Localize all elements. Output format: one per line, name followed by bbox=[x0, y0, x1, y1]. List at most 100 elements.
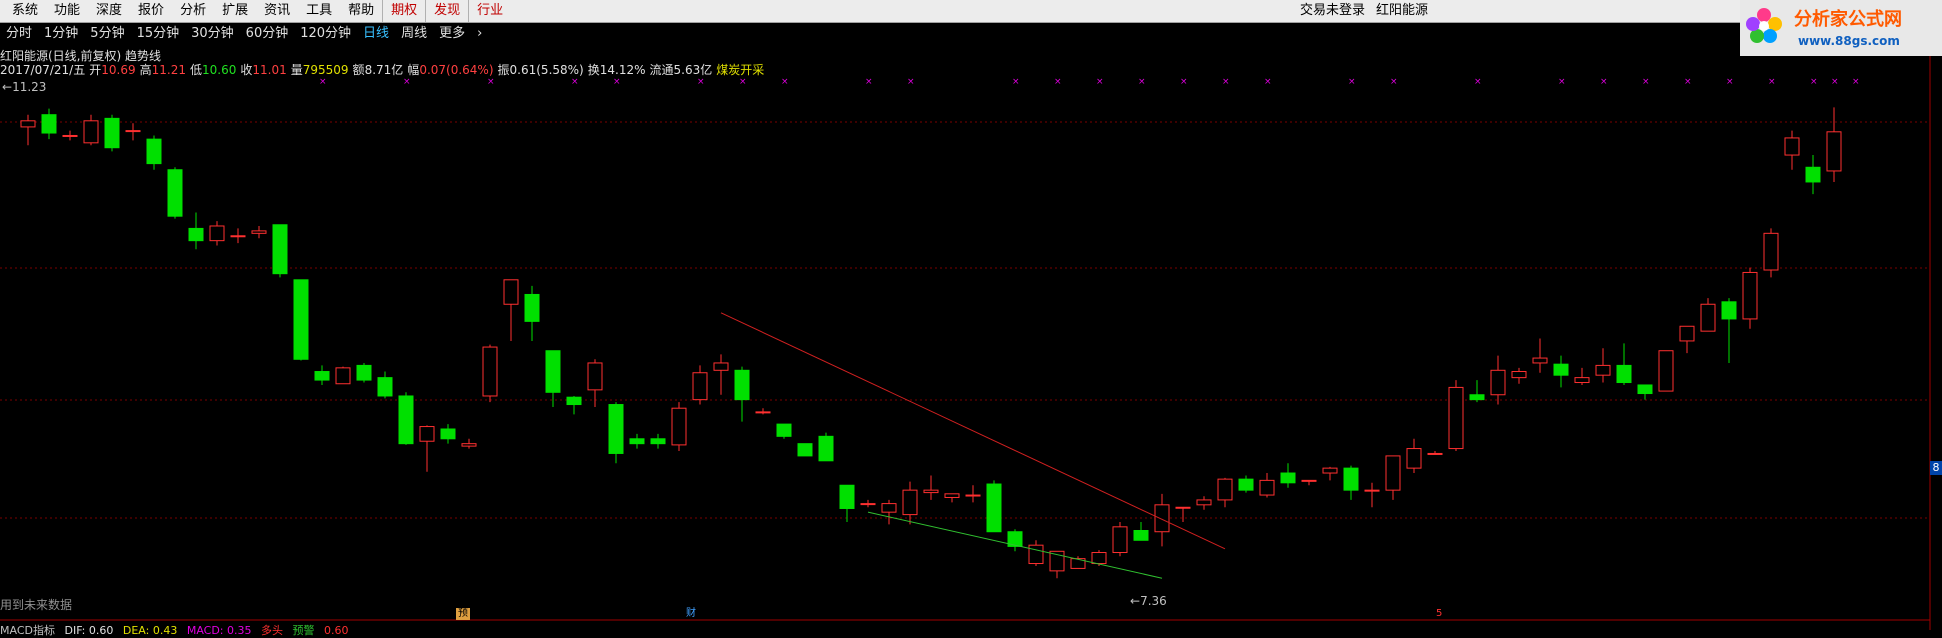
high-label: 高 bbox=[139, 63, 152, 77]
candle-up bbox=[944, 493, 960, 498]
period-tab[interactable]: 5分钟 bbox=[84, 24, 130, 44]
candle-up bbox=[1784, 137, 1800, 156]
candle-up bbox=[1574, 377, 1590, 384]
menu-item[interactable]: 帮助 bbox=[340, 0, 382, 22]
candle-down bbox=[524, 293, 540, 322]
open-value: 10.69 bbox=[101, 63, 136, 77]
menu-item-highlight[interactable]: 行业 bbox=[468, 0, 511, 22]
signal-marker: × bbox=[613, 77, 621, 87]
menu-item[interactable]: 功能 bbox=[46, 0, 88, 22]
site-logo: 分析家公式网 www.88gs.com bbox=[1740, 0, 1942, 56]
period-tab[interactable]: 分时 bbox=[0, 24, 38, 44]
candle-down bbox=[398, 395, 414, 445]
candle-up bbox=[1427, 452, 1443, 455]
candle-up bbox=[965, 494, 981, 497]
macd-name[interactable]: MACD指标 bbox=[0, 624, 55, 637]
period-tab[interactable]: 15分钟 bbox=[131, 24, 186, 44]
macd-header: MACD指标 DIF: 0.60 DEA: 0.43 MACD: 0.35 多头… bbox=[0, 622, 355, 638]
signal-marker: × bbox=[487, 77, 495, 87]
period-tab[interactable]: 30分钟 bbox=[185, 24, 240, 44]
candle-down bbox=[1616, 364, 1632, 384]
login-status[interactable]: 交易未登录 bbox=[1300, 0, 1365, 22]
signal-marker: × bbox=[1390, 77, 1398, 87]
event-tag-5[interactable]: 5 bbox=[1434, 608, 1444, 620]
period-tab[interactable]: 日线 bbox=[357, 24, 395, 44]
macd-extra3: 0.60 bbox=[324, 624, 349, 637]
candle-up bbox=[755, 411, 771, 414]
menu-item[interactable]: 系统 bbox=[4, 0, 46, 22]
signal-marker: × bbox=[1558, 77, 1566, 87]
amount-value: 8.71亿 bbox=[364, 63, 404, 77]
candle-up bbox=[1595, 364, 1611, 376]
candle-up bbox=[881, 503, 897, 513]
menu-item[interactable]: 扩展 bbox=[214, 0, 256, 22]
candle-up bbox=[587, 362, 603, 391]
candle-down bbox=[650, 438, 666, 445]
menu-item[interactable]: 资讯 bbox=[256, 0, 298, 22]
candle-up bbox=[503, 279, 519, 305]
menu-item[interactable]: 深度 bbox=[88, 0, 130, 22]
candle-up bbox=[461, 443, 477, 447]
signal-marker: × bbox=[1600, 77, 1608, 87]
period-tab[interactable]: 60分钟 bbox=[240, 24, 295, 44]
candle-down bbox=[272, 224, 288, 275]
candle-down bbox=[1553, 363, 1569, 376]
menu-item[interactable]: 工具 bbox=[298, 0, 340, 22]
period-tab[interactable]: 1分钟 bbox=[38, 24, 84, 44]
candle-up bbox=[1679, 325, 1695, 342]
stock-name-label[interactable]: 红阳能源 bbox=[1376, 0, 1428, 22]
future-data-note: 用到未来数据 bbox=[0, 598, 73, 612]
signal-marker: × bbox=[1810, 77, 1818, 87]
signal-marker: × bbox=[1348, 77, 1356, 87]
candle-down bbox=[41, 114, 57, 134]
menu-item[interactable]: 报价 bbox=[130, 0, 172, 22]
float-label: 流通 bbox=[649, 63, 674, 77]
change-label: 幅 bbox=[407, 63, 420, 77]
low-value: 10.60 bbox=[201, 63, 237, 77]
candle-up bbox=[692, 372, 708, 401]
candle-down bbox=[356, 364, 372, 381]
candle-up bbox=[419, 426, 435, 442]
period-tab[interactable]: 120分钟 bbox=[294, 24, 357, 44]
menu-item-highlight[interactable]: 期权 bbox=[382, 0, 425, 22]
candle-up bbox=[251, 230, 267, 234]
menu-item-highlight[interactable]: 发现 bbox=[425, 0, 468, 22]
candle-down bbox=[608, 404, 624, 454]
candle-up bbox=[1322, 467, 1338, 474]
volume-value: 795509 bbox=[302, 63, 349, 77]
event-tag-finance[interactable]: 财 bbox=[684, 608, 698, 620]
candle-up bbox=[1385, 455, 1401, 491]
candle-down bbox=[104, 117, 120, 149]
signal-marker: × bbox=[1180, 77, 1188, 87]
more-arrow-icon[interactable]: › bbox=[471, 24, 488, 44]
kline-chart[interactable]: × × × × × × × × × × × × × × × × × × × × × × × × × × × × × bbox=[0, 0, 1942, 630]
candle-down bbox=[377, 377, 393, 397]
candle-down bbox=[839, 484, 855, 509]
sector-label[interactable]: 煤炭开采 bbox=[716, 63, 764, 77]
right-axis-value: 8 bbox=[1930, 461, 1942, 475]
candle-down bbox=[734, 369, 750, 401]
turnover-value: 14.12% bbox=[599, 63, 646, 77]
candle-up bbox=[83, 120, 99, 144]
candle-down bbox=[1343, 467, 1359, 491]
candle-up bbox=[1742, 271, 1758, 320]
amplitude-value: 0.61(5.58%) bbox=[509, 63, 584, 77]
period-tab[interactable]: 更多 bbox=[433, 24, 471, 44]
candle-up bbox=[1763, 232, 1779, 271]
candle-up bbox=[1700, 303, 1716, 332]
signal-marker: × bbox=[319, 77, 327, 87]
period-tab[interactable]: 周线 bbox=[395, 24, 433, 44]
candle-down bbox=[566, 396, 582, 406]
candle-down bbox=[1805, 166, 1821, 183]
candle-up bbox=[335, 367, 351, 385]
candle-up bbox=[482, 346, 498, 397]
candle-up bbox=[923, 489, 939, 494]
candle-up bbox=[1826, 131, 1842, 172]
candle-up bbox=[1658, 350, 1674, 392]
candle-up bbox=[1448, 386, 1464, 450]
event-tag-forecast[interactable]: 预 bbox=[456, 608, 470, 620]
candle-down bbox=[818, 435, 834, 462]
candle-up bbox=[1406, 448, 1422, 469]
menu-item[interactable]: 分析 bbox=[172, 0, 214, 22]
candle-up bbox=[1091, 552, 1107, 565]
